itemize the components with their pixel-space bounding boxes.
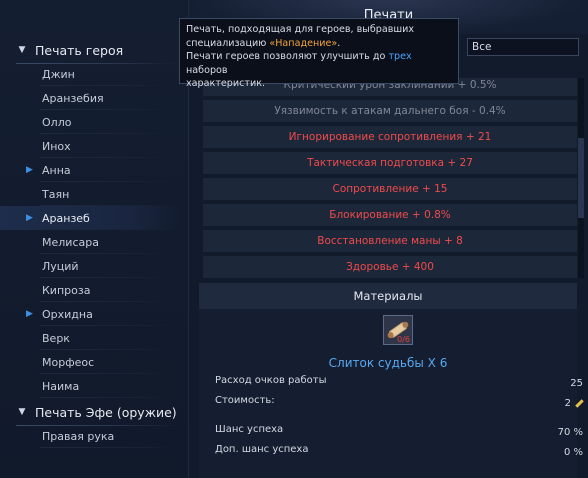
row-value: 25	[570, 377, 583, 389]
sidebar-item-label: Джин	[42, 67, 75, 81]
row-value: 2	[564, 397, 571, 409]
materials-header: Материалы	[199, 283, 577, 309]
sidebar-item-label: Таян	[42, 187, 70, 201]
sidebar-item-label: Луций	[42, 259, 79, 273]
sidebar-item[interactable]: ▶ Анна	[0, 158, 180, 182]
row-label: Стоимость:	[215, 395, 275, 406]
group-label: Печать героя	[35, 42, 124, 58]
stat-row: Здоровье + 400	[203, 256, 577, 278]
tooltip-line: Печать, подходящая для героев, выбравших	[186, 24, 415, 35]
sidebar-item[interactable]: ▶ Аранзеб	[0, 206, 180, 230]
scrollbar[interactable]	[578, 78, 584, 278]
tooltip-line: специализацию «Нападение».	[186, 37, 341, 49]
cost-row: Стоимость: 2	[215, 395, 587, 411]
dropdown-value: Все	[472, 41, 492, 53]
sidebar-item-label: Мелисара	[42, 235, 99, 249]
sidebar-item-label: Морфеос	[42, 355, 95, 369]
sidebar-item[interactable]: Наима	[0, 374, 180, 398]
tooltip-line: характеристик.	[186, 78, 266, 90]
group-hero-seal[interactable]: ▼ Печать героя	[0, 39, 180, 64]
row-label: Доп. шанс успеха	[215, 444, 309, 455]
stat-row: Тактическая подготовка + 27	[203, 152, 577, 174]
item-count: 0/6	[397, 335, 410, 344]
sidebar-item-label: Наима	[42, 379, 80, 393]
chevron-down-icon: ▼	[18, 45, 26, 55]
sidebar: ▼ Печать героя Джин Аранзебия Олло Инох ▶ Анн…	[0, 0, 189, 478]
chevron-down-icon: ▼	[18, 407, 26, 417]
sidebar-item[interactable]: Кипроза	[0, 278, 180, 302]
sidebar-item[interactable]: ▶ Орхидна	[0, 302, 180, 326]
sidebar-item[interactable]: Правая рука	[0, 424, 180, 448]
sidebar-item[interactable]: Инох	[0, 134, 180, 158]
extra-chance-row: Доп. шанс успеха 0 %	[215, 444, 587, 460]
currency-icon	[573, 398, 583, 408]
sidebar-item[interactable]: Аранзебия	[0, 86, 180, 110]
material-name: Слиток судьбы X 6	[328, 356, 448, 370]
sidebar-item-label: Кипроза	[42, 283, 91, 297]
work-points-row: Расход очков работы 25	[215, 375, 587, 391]
stat-row: Блокирование + 0.8%	[203, 204, 577, 226]
sidebar-item-label: Аранзеб	[42, 211, 90, 225]
tooltip-line: Печати героев позволяют улучшить до трех…	[186, 51, 412, 76]
stat-row: Игнорирование сопротивления + 21	[203, 126, 577, 148]
row-label: Шанс успеха	[215, 424, 284, 435]
sidebar-item[interactable]: Луций	[0, 254, 180, 278]
row-label: Расход очков работы	[215, 375, 327, 386]
sidebar-item[interactable]: Верк	[0, 326, 180, 350]
play-marker-icon: ▶	[26, 309, 33, 319]
material-slot[interactable]: 0/6	[383, 315, 413, 345]
group-efe-seal[interactable]: ▼ Печать Эфе (оружие)	[0, 401, 180, 426]
sidebar-item[interactable]: Джин	[0, 62, 180, 86]
sidebar-item[interactable]: Таян	[0, 182, 180, 206]
sidebar-item[interactable]: Олло	[0, 110, 180, 134]
play-marker-icon: ▶	[26, 165, 33, 175]
stat-row: Сопротивление + 15	[203, 178, 577, 200]
sidebar-item-label: Правая рука	[42, 429, 115, 443]
stat-row: Восстановление маны + 8	[203, 230, 577, 252]
sidebar-item-label: Верк	[42, 331, 70, 345]
success-chance-row: Шанс успеха 70 %	[215, 424, 587, 440]
sidebar-item-label: Орхидна	[42, 307, 93, 321]
stat-list: Критический урон заклинаний + 0.5% Уязвим…	[203, 78, 577, 278]
sidebar-item-label: Аранзебия	[42, 91, 104, 105]
filter-dropdown[interactable]: Все	[467, 38, 579, 56]
sidebar-item-label: Анна	[42, 163, 71, 177]
sidebar-item[interactable]: Морфеос	[0, 350, 180, 374]
materials-panel: Материалы 0/6 Слиток судьбы X 6 Расход о…	[199, 283, 583, 478]
row-value: 0 %	[563, 446, 583, 458]
tooltip: Печать, подходящая для героев, выбравших…	[179, 18, 459, 89]
scroll-thumb[interactable]	[578, 138, 584, 218]
group-label: Печать Эфе (оружие)	[35, 404, 177, 420]
sidebar-item-label: Инох	[42, 139, 71, 153]
play-marker-icon: ▶	[26, 213, 33, 223]
row-value: 70 %	[557, 426, 583, 438]
stat-row: Уязвимость к атакам дальнего боя - 0.4%	[203, 100, 577, 122]
sidebar-item-label: Олло	[42, 115, 72, 129]
sidebar-item[interactable]: Мелисара	[0, 230, 180, 254]
